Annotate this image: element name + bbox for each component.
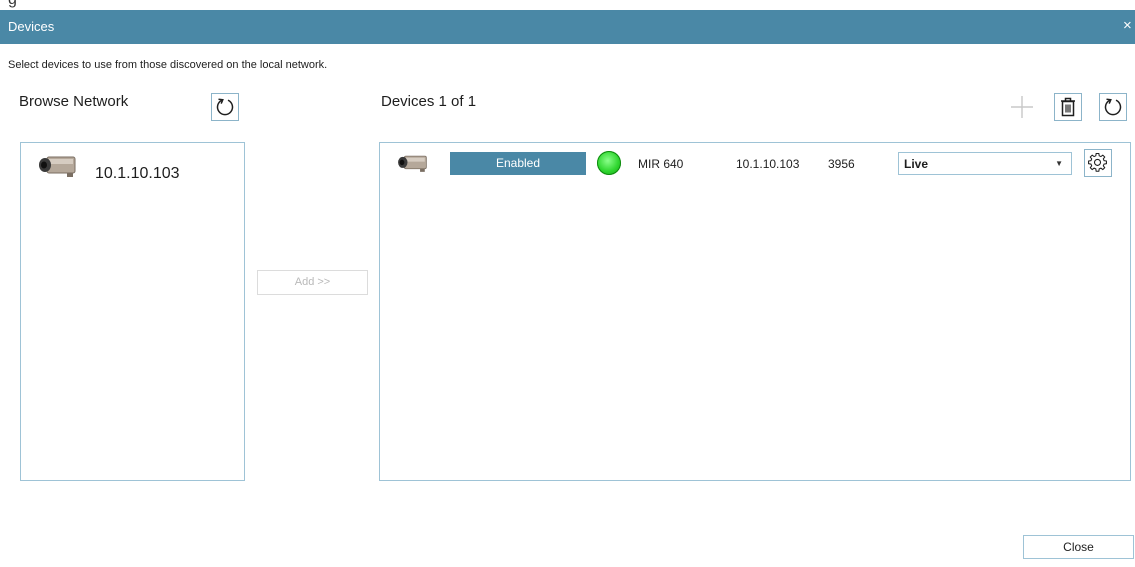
delete-device-button[interactable]	[1054, 93, 1082, 121]
refresh-icon	[1104, 98, 1122, 116]
instructions-text: Select devices to use from those discove…	[8, 59, 328, 71]
status-indicator	[597, 151, 621, 175]
device-settings-button[interactable]	[1084, 149, 1112, 177]
device-row[interactable]: Enabled MIR 640 10.1.10.103 3956 Live ▼	[380, 143, 1130, 187]
device-model: MIR 640	[638, 157, 684, 171]
add-button[interactable]: Add >>	[257, 270, 368, 295]
add-device-button[interactable]	[1008, 93, 1036, 121]
chevron-down-icon: ▼	[1055, 159, 1063, 168]
plus-icon	[1011, 96, 1033, 118]
dialog-title-bar: Devices ×	[0, 10, 1135, 44]
device-ip: 10.1.10.103	[736, 157, 800, 171]
close-icon[interactable]: ×	[1123, 17, 1135, 35]
mode-select[interactable]: Live ▼	[898, 152, 1072, 175]
close-button[interactable]: Close	[1023, 535, 1134, 559]
browse-network-heading: Browse Network	[19, 93, 129, 110]
enabled-toggle-button[interactable]: Enabled	[450, 152, 586, 175]
camera-icon	[39, 156, 76, 177]
devices-heading: Devices 1 of 1	[381, 93, 477, 110]
devices-refresh-button[interactable]	[1099, 93, 1127, 121]
background-window-strip: g	[0, 0, 1135, 10]
network-device-ip: 10.1.10.103	[95, 165, 180, 182]
device-port: 3956	[828, 157, 855, 171]
background-title-fragment: g	[8, 0, 17, 9]
refresh-icon	[216, 98, 234, 116]
network-device-item[interactable]: 10.1.10.103	[37, 151, 180, 183]
gear-icon	[1088, 153, 1107, 172]
camera-icon	[398, 155, 427, 172]
mode-select-value: Live	[904, 157, 929, 171]
trash-icon	[1061, 97, 1075, 117]
browse-refresh-button[interactable]	[211, 93, 239, 121]
browse-network-list[interactable]: 10.1.10.103	[20, 142, 245, 481]
devices-list: Enabled MIR 640 10.1.10.103 3956 Live ▼	[379, 142, 1131, 481]
dialog-title: Devices	[8, 19, 55, 34]
